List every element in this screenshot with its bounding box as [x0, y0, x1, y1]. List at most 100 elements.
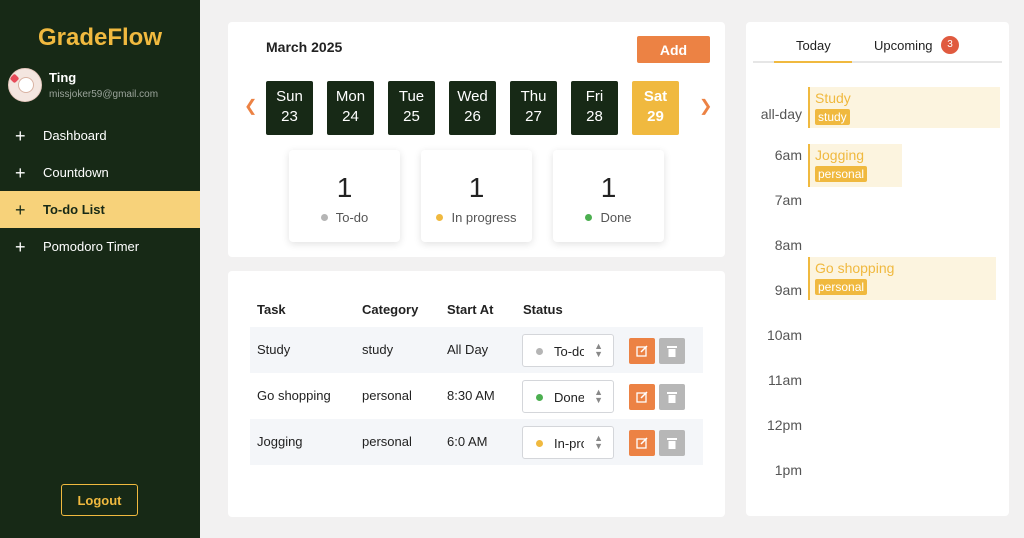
event-title: Go shopping: [815, 260, 895, 276]
cell-start: All Day: [447, 342, 489, 357]
logout-button[interactable]: Logout: [61, 484, 138, 516]
column-header-task: Task: [257, 302, 286, 317]
status-dot-icon: [536, 394, 543, 401]
month-title: March 2025: [266, 39, 343, 55]
time-label: 9am: [774, 282, 802, 298]
schedule-card: Today Upcoming 3 all-day 6am 7am 8am 9am…: [746, 22, 1009, 516]
column-header-category: Category: [362, 302, 419, 317]
plus-icon: +: [15, 236, 26, 257]
table-row: Jogging personal 6:0 AM In-progress ▲▼: [250, 419, 703, 465]
trash-icon: [667, 438, 677, 449]
day-number: 24: [342, 108, 359, 125]
day-number: 26: [464, 108, 481, 125]
day-tue[interactable]: Tue 25: [388, 81, 435, 135]
day-sat-selected[interactable]: Sat 29: [632, 81, 679, 135]
stat-label-row: Done: [553, 210, 664, 225]
edit-button[interactable]: [629, 338, 655, 364]
sidebar-item-countdown[interactable]: + Countdown: [0, 154, 200, 191]
status-dot-icon: [536, 348, 543, 355]
time-label: 11am: [768, 372, 802, 388]
sidebar-item-label: Countdown: [43, 165, 109, 180]
sidebar-nav: + Dashboard + Countdown + To-do List + P…: [0, 117, 200, 265]
stat-done: 1 Done: [553, 150, 664, 242]
delete-button[interactable]: [659, 338, 685, 364]
sidebar-item-label: Dashboard: [43, 128, 107, 143]
event-tag: personal: [815, 166, 868, 182]
cell-start: 6:0 AM: [447, 434, 488, 449]
status-stats: 1 To-do 1 In progress 1 Done: [289, 150, 664, 242]
status-select[interactable]: In-progress ▲▼: [522, 426, 614, 459]
delete-button[interactable]: [659, 384, 685, 410]
edit-icon: [636, 345, 648, 357]
status-select-value: In-progress: [554, 436, 584, 451]
cell-category: personal: [362, 434, 412, 449]
edit-button[interactable]: [629, 384, 655, 410]
trash-icon: [667, 392, 677, 403]
column-header-status: Status: [523, 302, 563, 317]
day-name: Tue: [398, 88, 425, 105]
app-logo: GradeFlow: [37, 24, 163, 51]
status-select[interactable]: To-do ▲ ▼: [522, 334, 614, 367]
table-row: Go shopping personal 8:30 AM Done ▲ ▼: [250, 373, 703, 419]
add-task-button[interactable]: Add: [637, 36, 710, 63]
sidebar-item-label: Pomodoro Timer: [43, 239, 140, 254]
day-thu[interactable]: Thu 27: [510, 81, 557, 135]
day-mon[interactable]: Mon 24: [327, 81, 374, 135]
time-label: 1pm: [774, 462, 802, 478]
tab-today[interactable]: Today: [796, 38, 831, 53]
day-fri[interactable]: Fri 28: [571, 81, 618, 135]
time-label: all-day: [760, 106, 802, 122]
chevron-updown-icon: ▲ ▼: [594, 433, 603, 451]
stat-count: 1: [468, 172, 485, 203]
time-label: 7am: [774, 192, 802, 208]
event-title: Study: [815, 90, 851, 106]
plus-icon: +: [15, 199, 26, 220]
cell-task: Go shopping: [257, 388, 331, 403]
schedule-tabs: Today Upcoming 3: [753, 22, 1002, 63]
cell-task: Jogging: [257, 434, 303, 449]
sidebar-item-todo-list[interactable]: + To-do List: [0, 191, 200, 228]
day-sun[interactable]: Sun 23: [266, 81, 313, 135]
sidebar-item-dashboard[interactable]: + Dashboard: [0, 117, 200, 154]
day-wed[interactable]: Wed 26: [449, 81, 496, 135]
time-label: 6am: [774, 147, 802, 163]
user-email: missjoker59@gmail.com: [49, 89, 159, 100]
chevron-left-icon[interactable]: ❮: [244, 96, 257, 116]
sidebar: GradeFlow Ting missjoker59@gmail.com + D…: [0, 0, 200, 538]
event-study[interactable]: Study study: [808, 87, 1000, 128]
chevron-updown-icon: ▲ ▼: [594, 387, 603, 405]
event-go-shopping[interactable]: Go shopping personal: [808, 257, 996, 300]
event-tag: study: [815, 109, 850, 125]
status-dot-icon: [320, 214, 328, 221]
delete-button[interactable]: [659, 430, 685, 456]
cell-category: study: [362, 342, 394, 357]
table-row: Study study All Day To-do ▲ ▼: [250, 327, 703, 373]
stat-label: In progress: [451, 210, 517, 225]
status-dot-icon: [536, 440, 543, 447]
stat-label: To-do: [335, 210, 369, 225]
event-jogging[interactable]: Jogging personal: [808, 144, 902, 187]
sidebar-item-pomodoro-timer[interactable]: + Pomodoro Timer: [0, 228, 200, 265]
task-table-card: Task Category Start At Status Study stud…: [228, 271, 725, 517]
day-name: Thu: [520, 88, 547, 105]
column-header-start: Start At: [447, 302, 494, 317]
chevron-right-icon[interactable]: ❯: [699, 96, 712, 116]
cell-category: personal: [362, 388, 412, 403]
day-number: 29: [647, 108, 664, 125]
cell-task: Study: [257, 342, 291, 357]
stat-label: Done: [600, 210, 632, 225]
event-tag: personal: [815, 279, 868, 295]
status-dot-icon: [585, 214, 593, 221]
edit-icon: [636, 437, 648, 449]
stat-label-row: To-do: [289, 210, 400, 225]
day-number: 27: [525, 108, 542, 125]
week-overview-card: March 2025 Add ❮ ❯ Sun 23 Mon 24 Tue 25 …: [228, 22, 725, 257]
status-select[interactable]: Done ▲ ▼: [522, 380, 614, 413]
edit-button[interactable]: [629, 430, 655, 456]
user-name: Ting: [49, 70, 77, 85]
avatar: [8, 68, 42, 102]
plus-icon: +: [15, 125, 26, 146]
tab-upcoming[interactable]: Upcoming: [874, 38, 933, 53]
day-name: Fri: [585, 88, 604, 105]
day-number: 23: [281, 108, 298, 125]
